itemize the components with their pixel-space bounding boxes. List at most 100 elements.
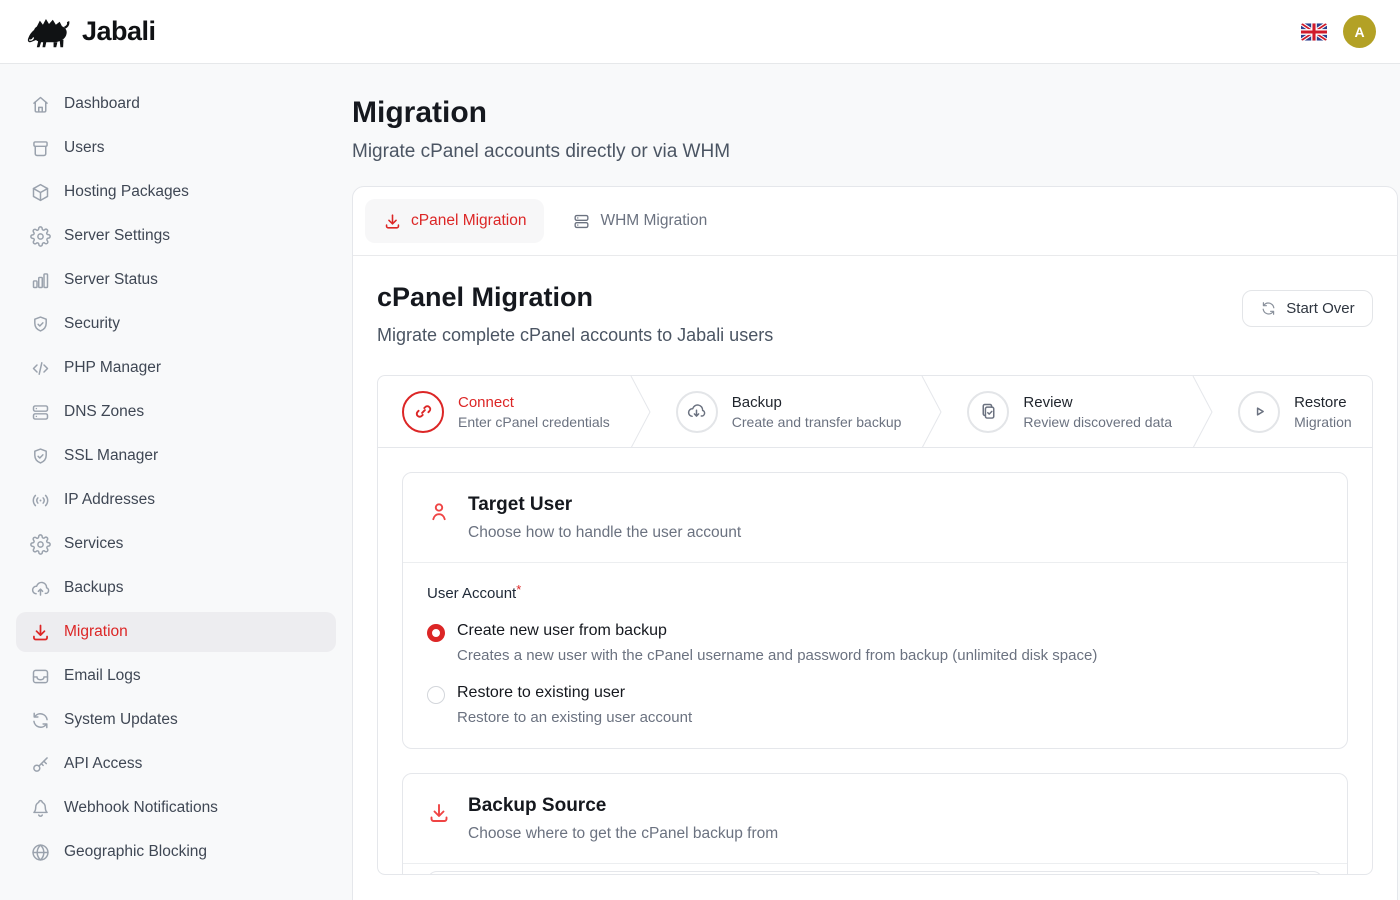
stepper: Connect Enter cPanel credentials Backup [378,376,1372,448]
code-icon [30,358,51,379]
step-title: Restore [1294,394,1352,411]
gear-icon [30,226,51,247]
sidebar-item-dns-zones[interactable]: DNS Zones [16,392,336,432]
step-review[interactable]: Review Review discovered data [943,376,1192,447]
migration-wizard: Connect Enter cPanel credentials Backup [377,375,1373,875]
bell-icon [30,798,51,819]
option-description: Creates a new user with the cPanel usern… [457,647,1097,664]
sidebar-item-services[interactable]: Services [16,524,336,564]
cloud-upload-icon [30,578,51,599]
topbar: Jabali A [0,0,1400,64]
sidebar-item-system-updates[interactable]: System Updates [16,700,336,740]
option-label: Create new user from backup [457,622,1097,640]
brand[interactable]: Jabali [26,16,156,48]
start-over-button[interactable]: Start Over [1242,290,1372,327]
sidebar-item-label: Geographic Blocking [64,843,207,861]
sidebar-item-label: Backups [64,579,123,597]
globe-icon [30,842,51,863]
clipboard-check-icon [978,401,999,422]
step-title: Review [1023,394,1172,411]
sidebar-item-label: Users [64,139,104,157]
sidebar-item-ssl-manager[interactable]: SSL Manager [16,436,336,476]
download-icon [427,801,451,825]
option-label: Restore to existing user [457,684,692,702]
sidebar-item-server-settings[interactable]: Server Settings [16,216,336,256]
step-separator [921,376,943,448]
refresh-icon [30,710,51,731]
sidebar: Dashboard Users Hosting Packages Server … [0,64,352,900]
sidebar-item-dashboard[interactable]: Dashboard [16,84,336,124]
radio-selected[interactable] [427,624,445,642]
tab-label: WHM Migration [600,212,707,230]
sidebar-item-label: Hosting Packages [64,183,189,201]
step-subtitle: Create and transfer backup [732,414,902,430]
tab-label: cPanel Migration [411,212,526,230]
sidebar-item-api-access[interactable]: API Access [16,744,336,784]
user-avatar[interactable]: A [1343,15,1376,48]
panel-title: Backup Source [468,795,778,817]
shield-check-icon [30,446,51,467]
tab-whm-migration[interactable]: WHM Migration [554,199,725,243]
migration-card: cPanel Migration WHM Migration cPanel Mi… [352,186,1398,900]
sidebar-item-label: Security [64,315,120,333]
user-account-label: User Account* [427,585,1323,602]
sidebar-item-ip-addresses[interactable]: IP Addresses [16,480,336,520]
sidebar-item-label: PHP Manager [64,359,161,377]
step-connect[interactable]: Connect Enter cPanel credentials [378,376,630,447]
sidebar-item-label: System Updates [64,711,178,729]
language-flag-button[interactable] [1301,23,1327,41]
archive-icon [30,138,51,159]
gear-icon [30,534,51,555]
section-title: cPanel Migration [377,282,773,313]
step-restore[interactable]: Restore Migration [1214,376,1372,447]
sidebar-item-server-status[interactable]: Server Status [16,260,336,300]
package-icon [30,182,51,203]
sidebar-item-label: Server Settings [64,227,170,245]
shield-check-icon [30,314,51,335]
sidebar-item-security[interactable]: Security [16,304,336,344]
user-icon [427,500,451,524]
step-subtitle: Enter cPanel credentials [458,414,610,430]
required-asterisk: * [516,582,521,597]
start-over-label: Start Over [1286,300,1354,317]
sidebar-item-label: IP Addresses [64,491,155,509]
sidebar-item-geographic-blocking[interactable]: Geographic Blocking [16,832,336,872]
cloud-download-icon [686,401,707,422]
page-title: Migration [352,96,1398,130]
main-content: Migration Migrate cPanel accounts direct… [352,64,1400,900]
radio-unselected[interactable] [427,686,445,704]
sidebar-item-hosting-packages[interactable]: Hosting Packages [16,172,336,212]
sidebar-item-label: Services [64,535,123,553]
step-backup[interactable]: Backup Create and transfer backup [652,376,922,447]
download-icon [383,212,402,231]
uk-flag-icon [1301,23,1327,41]
home-icon [30,94,51,115]
key-icon [30,754,51,775]
brand-name: Jabali [82,16,156,47]
broadcast-icon [30,490,51,511]
radio-option-restore-existing-user[interactable]: Restore to existing user Restore to an e… [427,684,1323,726]
radio-option-create-new-user[interactable]: Create new user from backup Creates a ne… [427,622,1323,664]
section-subtitle: Migrate complete cPanel accounts to Jaba… [377,325,773,346]
sidebar-item-migration[interactable]: Migration [16,612,336,652]
sidebar-item-backups[interactable]: Backups [16,568,336,608]
inbox-icon [30,666,51,687]
server-stack-icon [30,402,51,423]
refresh-icon [1260,300,1277,317]
sidebar-item-php-manager[interactable]: PHP Manager [16,348,336,388]
sidebar-item-email-logs[interactable]: Email Logs [16,656,336,696]
server-stack-icon [572,212,591,231]
tab-cpanel-migration[interactable]: cPanel Migration [365,199,544,243]
download-icon [30,622,51,643]
panel-subtitle: Choose where to get the cPanel backup fr… [468,825,778,843]
option-description: Restore to an existing user account [457,709,692,726]
tabbar: cPanel Migration WHM Migration [353,187,1397,256]
sidebar-item-label: Webhook Notifications [64,799,218,817]
sidebar-item-users[interactable]: Users [16,128,336,168]
sidebar-item-label: API Access [64,755,142,773]
sidebar-item-label: Migration [64,623,128,641]
backup-source-options-box [427,871,1323,875]
panel-subtitle: Choose how to handle the user account [468,524,741,542]
sidebar-item-webhook-notifications[interactable]: Webhook Notifications [16,788,336,828]
sidebar-item-label: Dashboard [64,95,140,113]
